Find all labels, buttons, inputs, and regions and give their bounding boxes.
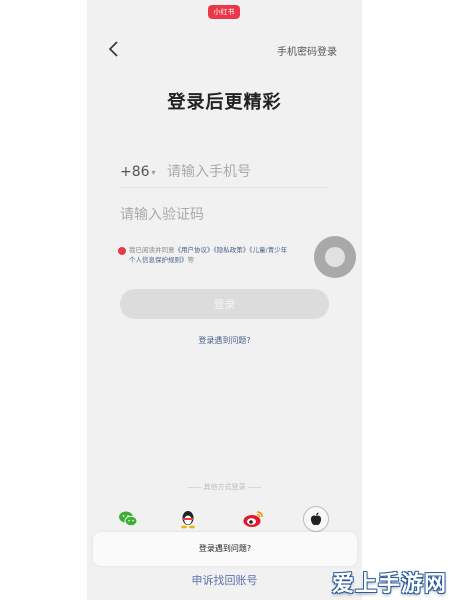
wechat-login-button[interactable]	[115, 506, 141, 532]
privacy-policy-link[interactable]: 《隐私政策》	[214, 246, 250, 254]
apple-icon	[310, 512, 322, 526]
login-screen: 小红书 手机密码登录 登录后更精彩 +86▾ 我已阅读并同意《用户协议》《隐私政…	[87, 0, 362, 600]
password-login-link[interactable]: 手机密码登录	[277, 43, 337, 58]
country-code-selector[interactable]: +86 ▾	[120, 164, 156, 180]
personal-info-rules-link[interactable]: 个人信息保护规则》	[129, 256, 188, 264]
agreement-checkbox[interactable]	[118, 247, 126, 255]
chevron-left-icon[interactable]	[107, 40, 121, 58]
child-protection-link[interactable]: 《儿童/青少年	[249, 246, 287, 254]
assistive-touch-dot	[325, 247, 345, 267]
watermark-logo: 爱上手游网	[320, 566, 447, 598]
wechat-icon	[119, 511, 138, 527]
qq-login-button[interactable]	[175, 506, 201, 532]
agreement-text: 我已阅读并同意《用户协议》《隐私政策》《儿童/青少年 个人信息保护规则》等	[129, 245, 319, 265]
weibo-login-button[interactable]	[240, 506, 266, 532]
divider	[120, 187, 328, 188]
country-code-label: +86	[120, 164, 150, 180]
apple-login-button[interactable]	[303, 506, 329, 532]
agreement-prefix: 我已阅读并同意	[129, 246, 175, 254]
user-agreement-link[interactable]: 《用户协议》	[175, 246, 214, 254]
brand-badge: 小红书	[208, 5, 240, 19]
login-button[interactable]: 登录	[120, 289, 329, 319]
verification-code-input[interactable]	[120, 203, 320, 227]
page-title: 登录后更精彩	[167, 92, 282, 113]
weibo-icon	[243, 511, 263, 527]
watermark-text: 爱上手游网	[331, 572, 447, 597]
login-help-link[interactable]: 登录遇到问题?	[87, 335, 362, 346]
phone-input[interactable]	[167, 160, 327, 184]
chevron-down-icon: ▾	[151, 167, 156, 177]
other-methods-label: —— 其他方式登录 ——	[187, 483, 262, 491]
agreement-suffix: 等	[187, 256, 195, 264]
right-background	[362, 0, 449, 600]
other-methods-text: 其他方式登录	[203, 483, 246, 491]
left-background	[0, 0, 87, 600]
qq-icon	[181, 511, 195, 529]
login-help-sheet-option[interactable]: 登录遇到问题?	[93, 532, 357, 566]
assistive-touch-button[interactable]	[314, 236, 356, 278]
